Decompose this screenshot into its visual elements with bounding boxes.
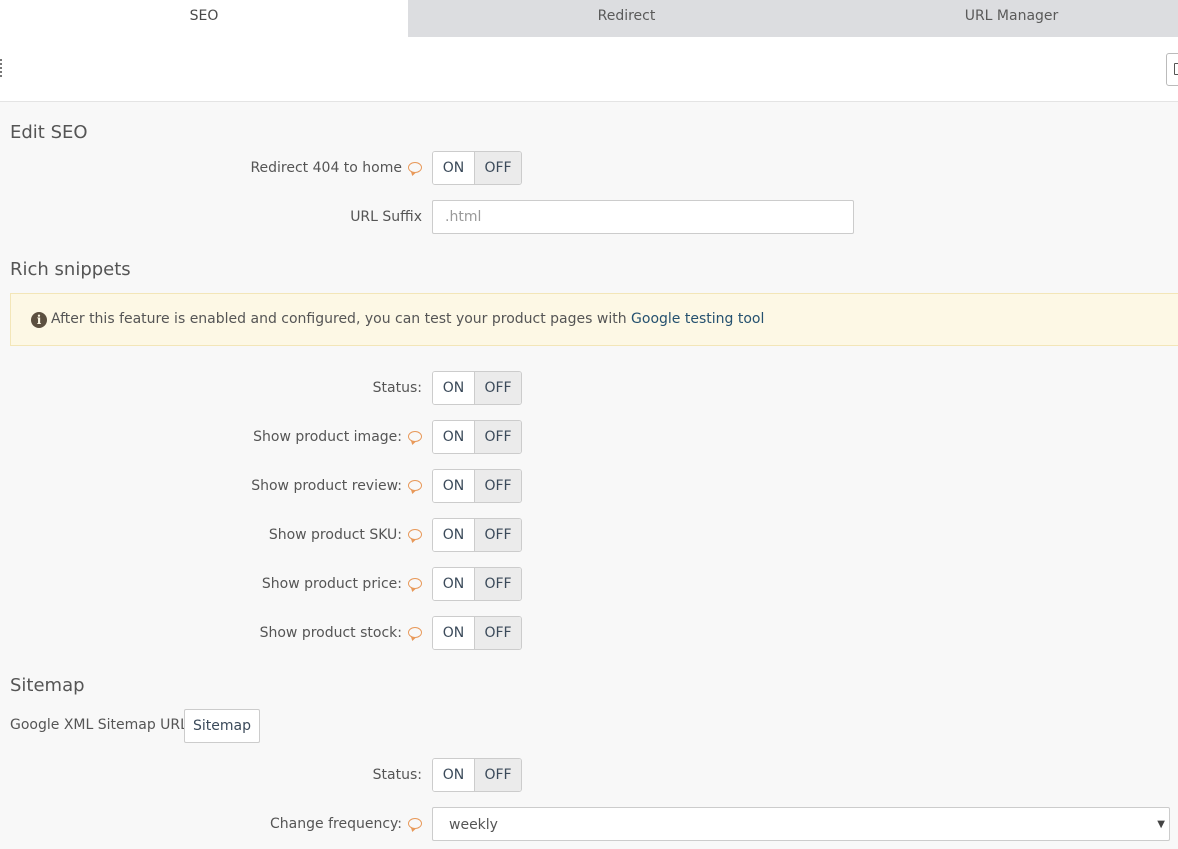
show-product-price-toggle: ON OFF (432, 567, 522, 601)
comment-help-icon[interactable] (408, 818, 422, 829)
change-frequency-label-text: Change frequency: (270, 816, 402, 832)
toggle-on-button[interactable]: ON (433, 152, 475, 184)
toggle-off-button[interactable]: OFF (475, 617, 521, 649)
redirect-404-label-text: Redirect 404 to home (250, 160, 402, 176)
url-suffix-label: URL Suffix (350, 209, 422, 225)
show-product-stock-toggle: ON OFF (432, 616, 522, 650)
sitemap-button[interactable]: Sitemap (184, 709, 260, 743)
show-product-sku-label-text: Show product SKU: (268, 527, 402, 543)
redirect-404-row: Redirect 404 to home ON OFF (0, 151, 1178, 185)
change-frequency-row: Change frequency: weekly ▼ (0, 807, 1178, 841)
info-circle-icon: i (31, 312, 47, 328)
show-product-review-label: Show product review: (251, 469, 422, 503)
show-product-stock-label: Show product stock: (260, 616, 422, 650)
toggle-off-button[interactable]: OFF (475, 519, 521, 551)
show-product-sku-toggle: ON OFF (432, 518, 522, 552)
comment-help-icon[interactable] (408, 578, 422, 589)
show-product-stock-row: Show product stock: ON OFF (0, 616, 1178, 650)
toggle-on-button[interactable]: ON (433, 568, 475, 600)
show-product-review-label-text: Show product review: (251, 478, 402, 494)
section-title-rich-snippets: Rich snippets (10, 259, 131, 280)
comment-help-icon[interactable] (408, 480, 422, 491)
toolbar-action-button[interactable] (1166, 53, 1178, 86)
document-icon (1174, 63, 1178, 75)
show-product-sku-row: Show product SKU: ON OFF (0, 518, 1178, 552)
toggle-off-button[interactable]: OFF (475, 152, 521, 184)
sitemap-status-row: Status: ON OFF (0, 758, 1178, 792)
url-suffix-input[interactable] (432, 200, 854, 234)
alert-text: After this feature is enabled and config… (51, 311, 632, 327)
comment-help-icon[interactable] (408, 529, 422, 540)
show-product-review-toggle: ON OFF (432, 469, 522, 503)
section-title-sitemap: Sitemap (10, 675, 85, 696)
show-product-price-label: Show product price: (262, 567, 422, 601)
show-product-stock-label-text: Show product stock: (259, 625, 402, 641)
show-product-price-row: Show product price: ON OFF (0, 567, 1178, 601)
tab-url-manager[interactable]: URL Manager (845, 0, 1178, 37)
comment-help-icon[interactable] (408, 627, 422, 638)
show-product-review-row: Show product review: ON OFF (0, 469, 1178, 503)
show-product-price-label-text: Show product price: (261, 576, 402, 592)
sitemap-status-toggle: ON OFF (432, 758, 522, 792)
tab-bar: SEO Redirect URL Manager (0, 0, 1178, 37)
caret-down-icon: ▼ (1157, 819, 1165, 830)
rich-snippets-status-label: Status: (372, 380, 422, 396)
tab-seo[interactable]: SEO (0, 0, 408, 37)
redirect-404-toggle: ON OFF (432, 151, 522, 185)
comment-help-icon[interactable] (408, 162, 422, 173)
show-product-image-toggle: ON OFF (432, 420, 522, 454)
toggle-on-button[interactable]: ON (433, 519, 475, 551)
toggle-on-button[interactable]: ON (433, 372, 475, 404)
toolbar (0, 37, 1178, 102)
toggle-on-button[interactable]: ON (433, 617, 475, 649)
show-product-image-label: Show product image: (253, 420, 422, 454)
tab-redirect[interactable]: Redirect (408, 0, 845, 37)
url-suffix-row: URL Suffix (0, 200, 1178, 234)
toggle-on-button[interactable]: ON (433, 759, 475, 791)
sitemap-url-label: Google XML Sitemap URL (10, 717, 188, 733)
toggle-off-button[interactable]: OFF (475, 568, 521, 600)
comment-help-icon[interactable] (408, 431, 422, 442)
toggle-on-button[interactable]: ON (433, 421, 475, 453)
toggle-off-button[interactable]: OFF (475, 421, 521, 453)
toggle-off-button[interactable]: OFF (475, 372, 521, 404)
google-testing-tool-link[interactable]: Google testing tool (631, 311, 764, 327)
change-frequency-label: Change frequency: (270, 807, 422, 841)
show-product-sku-label: Show product SKU: (269, 518, 422, 552)
show-product-image-row: Show product image: ON OFF (0, 420, 1178, 454)
sitemap-status-label: Status: (372, 767, 422, 783)
redirect-404-label: Redirect 404 to home (250, 151, 422, 185)
toggle-on-button[interactable]: ON (433, 470, 475, 502)
toolbar-edge-marker (0, 59, 2, 77)
toggle-off-button[interactable]: OFF (475, 759, 521, 791)
section-title-edit-seo: Edit SEO (10, 122, 88, 143)
info-alert: i After this feature is enabled and conf… (10, 293, 1178, 346)
rich-snippets-status-row: Status: ON OFF (0, 371, 1178, 405)
change-frequency-value: weekly (449, 817, 498, 833)
alert-message: After this feature is enabled and config… (51, 294, 764, 345)
toggle-off-button[interactable]: OFF (475, 470, 521, 502)
change-frequency-select[interactable]: weekly ▼ (432, 807, 1170, 841)
show-product-image-label-text: Show product image: (253, 429, 402, 445)
rich-snippets-status-toggle: ON OFF (432, 371, 522, 405)
